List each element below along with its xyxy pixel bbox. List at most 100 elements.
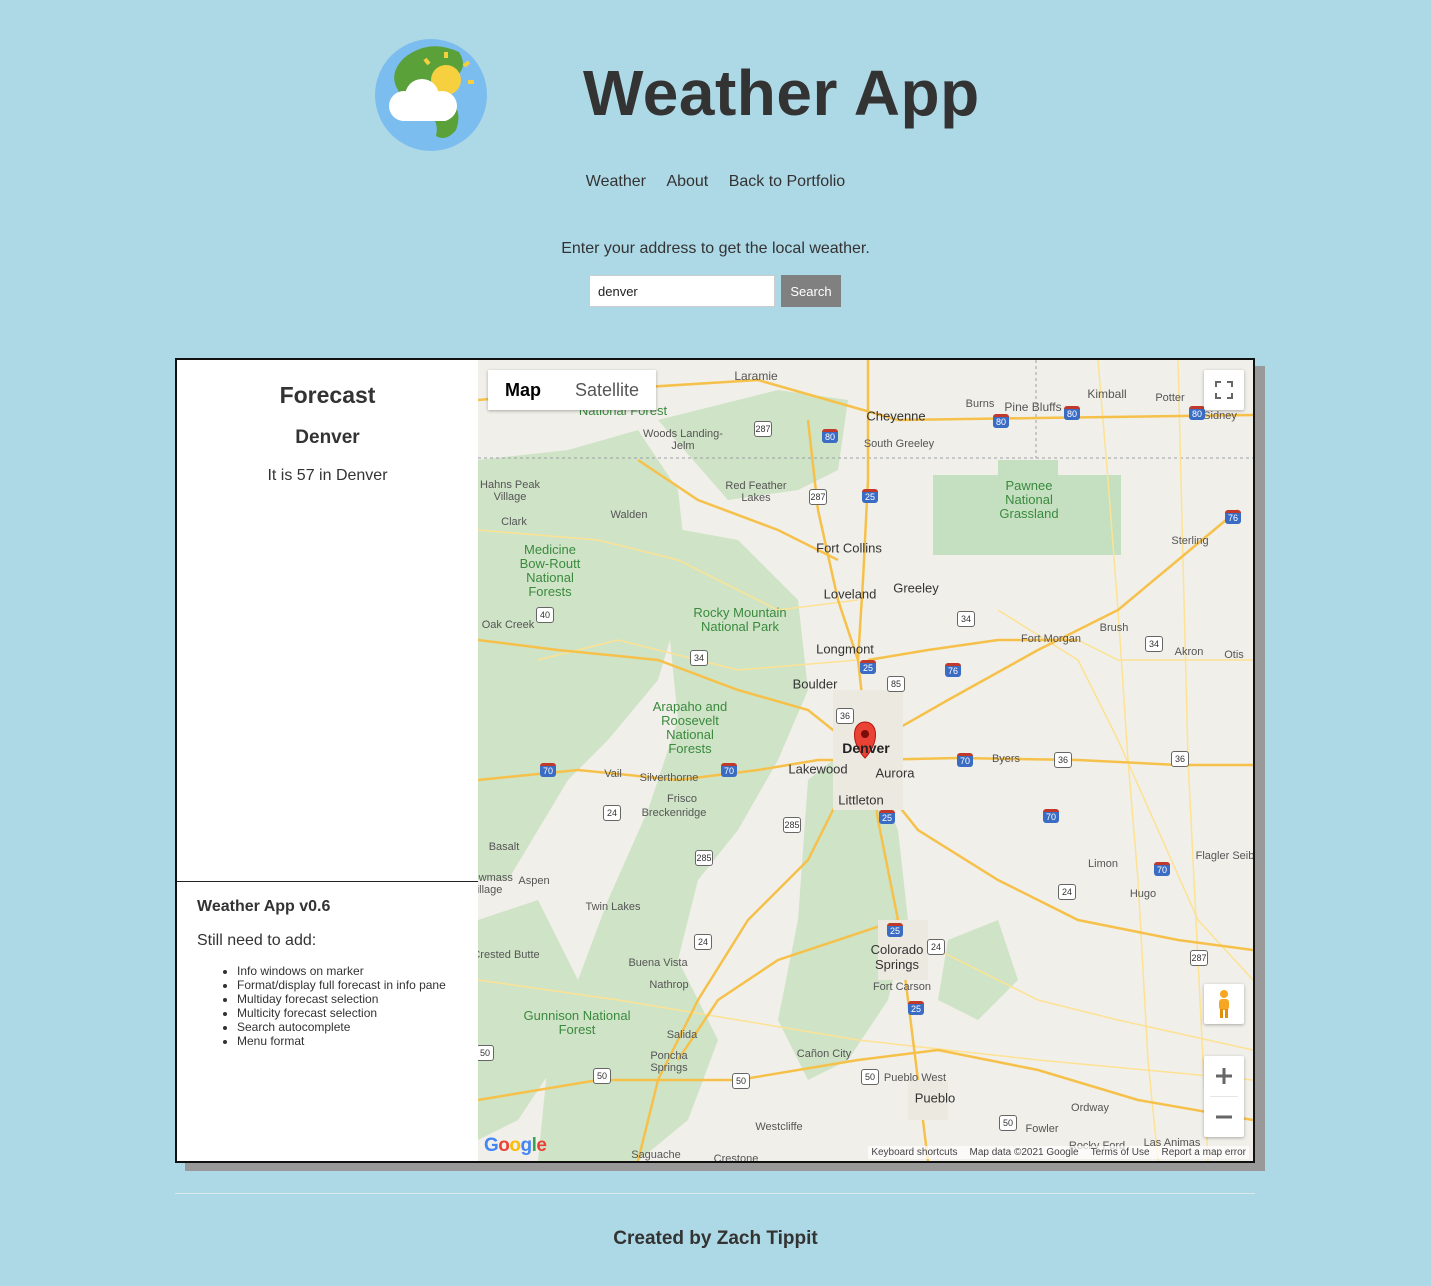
- pegman-icon: [1219, 990, 1229, 1018]
- us-route-shield: 34: [1145, 636, 1163, 652]
- address-input[interactable]: [589, 275, 775, 307]
- map-canvas[interactable]: Laramie National Forest Cheyenne South G…: [478, 360, 1253, 1161]
- us-route-shield: 50: [478, 1045, 494, 1061]
- map-place-label: Oak Creek: [481, 619, 535, 631]
- map-place-label: Aurora: [875, 765, 915, 781]
- map-place-label: Akron: [1174, 646, 1204, 658]
- map-place-label: Fort Morgan: [1021, 633, 1081, 645]
- map-place-label: Boulder: [792, 676, 838, 692]
- search-button[interactable]: Search: [781, 275, 841, 307]
- map-place-label: Fowler: [1025, 1123, 1059, 1135]
- interstate-shield: 70: [957, 753, 973, 767]
- map-place-label: Red Feather Lakes: [725, 480, 787, 504]
- street-view-pegman[interactable]: [1204, 984, 1244, 1024]
- interstate-shield: 25: [908, 1001, 924, 1015]
- map-place-label: Pine Bluffs: [1004, 400, 1062, 414]
- map-type-satellite-button[interactable]: Satellite: [558, 370, 656, 410]
- interstate-shield: 80: [1189, 406, 1205, 420]
- plus-icon: [1216, 1068, 1232, 1084]
- zoom-out-button[interactable]: [1204, 1097, 1244, 1137]
- map-type-map-button[interactable]: Map: [488, 370, 558, 410]
- map-place-label: Crestone: [713, 1153, 759, 1161]
- map-park-label: Medicine Bow-Routt National Forests: [519, 542, 581, 599]
- report-map-error-link[interactable]: Report a map error: [1162, 1147, 1246, 1158]
- info-pane: Forecast Denver It is 57 in Denver Weath…: [177, 360, 478, 1161]
- map-place-label: Potter: [1155, 392, 1185, 404]
- interstate-shield: 70: [540, 763, 556, 777]
- us-route-shield: 36: [1171, 751, 1189, 767]
- search-form: Search: [589, 275, 841, 307]
- map-place-label: Clark: [501, 516, 527, 528]
- map-place-label: Flagler Seib: [1195, 850, 1253, 862]
- footer-credit: Created by Zach Tippit: [613, 1228, 818, 1249]
- map-place-label: Woods Landing-Jelm: [643, 428, 723, 452]
- map-place-label: Silverthorne: [639, 772, 699, 784]
- keyboard-shortcuts-link[interactable]: Keyboard shortcuts: [871, 1147, 957, 1158]
- map-place-label: Colorado Springs: [870, 942, 924, 972]
- map-place-label: Aspen: [518, 875, 550, 887]
- us-route-shield: 36: [1054, 752, 1072, 768]
- map-place-label: Kimball: [1087, 387, 1127, 401]
- todo-item: Format/display full forecast in info pan…: [237, 978, 458, 992]
- map-place-label: Pueblo West: [883, 1072, 947, 1084]
- us-route-shield: 24: [694, 934, 712, 950]
- interstate-shield: 70: [721, 763, 737, 777]
- map-place-label: Salida: [666, 1029, 698, 1041]
- fullscreen-button[interactable]: [1204, 370, 1244, 410]
- map-park-label: Gunnison National Forest: [523, 1008, 631, 1037]
- us-route-shield: 24: [927, 939, 945, 955]
- map-place-label: Ordway: [1071, 1102, 1109, 1114]
- us-route-shield: 287: [809, 489, 827, 505]
- us-route-shield: 285: [695, 850, 713, 866]
- map-place-label: Snowmass Village: [478, 872, 513, 896]
- map-park-label: Arapaho and Roosevelt National Forests: [652, 699, 728, 756]
- us-route-shield: 36: [836, 708, 854, 724]
- map-place-label: Laramie: [734, 369, 778, 383]
- minus-icon: [1216, 1115, 1232, 1119]
- map-place-label: Walden: [610, 509, 648, 521]
- version-label: Weather App v0.6: [197, 898, 331, 915]
- nav-about-link[interactable]: About: [666, 173, 708, 190]
- map-data-text: Map data ©2021 Google: [969, 1147, 1079, 1158]
- interstate-shield: 80: [822, 429, 838, 443]
- map-park-label: Rocky Mountain National Park: [693, 605, 787, 634]
- todo-item: Search autocomplete: [237, 1020, 458, 1034]
- map-place-label: Poncha Springs: [650, 1050, 688, 1074]
- us-route-shield: 34: [690, 650, 708, 666]
- interstate-shield: 80: [1064, 406, 1080, 420]
- map-place-label: Westcliffe: [755, 1121, 803, 1133]
- map-place-label: Fort Collins: [816, 540, 882, 556]
- map-place-label: Greeley: [893, 580, 939, 596]
- forecast-section: Forecast Denver It is 57 in Denver: [177, 360, 478, 882]
- us-route-shield: 40: [536, 607, 554, 623]
- map-place-label: Cañon City: [796, 1048, 852, 1060]
- map-place-label: Breckenridge: [641, 807, 707, 819]
- map-place-label: Burns: [965, 398, 995, 410]
- nav-portfolio-link[interactable]: Back to Portfolio: [729, 173, 846, 190]
- map-place-label: Brush: [1099, 622, 1129, 634]
- forecast-text: It is 57 in Denver: [267, 467, 388, 484]
- map-place-label: Saguache: [631, 1149, 681, 1161]
- us-route-shield: 285: [783, 817, 801, 833]
- nav-weather-link[interactable]: Weather: [586, 173, 646, 190]
- zoom-control: [1204, 1056, 1244, 1137]
- map-place-label: Fort Carson: [872, 981, 932, 993]
- interstate-shield: 25: [862, 489, 878, 503]
- map-place-label: Sidney: [1203, 410, 1237, 422]
- todo-item: Multiday forecast selection: [237, 992, 458, 1006]
- map-place-label: Cheyenne: [866, 408, 926, 424]
- map-place-label: Hugo: [1129, 888, 1157, 900]
- map-place-label: Vail: [604, 768, 622, 780]
- footer-divider: [175, 1193, 1255, 1194]
- zoom-in-button[interactable]: [1204, 1056, 1244, 1096]
- google-logo[interactable]: Google: [484, 1135, 547, 1157]
- map-type-control: Map Satellite: [488, 370, 657, 410]
- globe-sun-cloud-icon: [375, 39, 487, 151]
- map-place-label: Basalt: [488, 841, 520, 853]
- map-place-label: Buena Vista: [628, 957, 688, 969]
- map-place-label: Pueblo: [914, 1090, 956, 1106]
- terms-of-use-link[interactable]: Terms of Use: [1091, 1147, 1150, 1158]
- map-place-label: South Greeley: [863, 438, 935, 450]
- todo-item: Info windows on marker: [237, 964, 458, 978]
- main-nav: Weather About Back to Portfolio: [0, 173, 1431, 191]
